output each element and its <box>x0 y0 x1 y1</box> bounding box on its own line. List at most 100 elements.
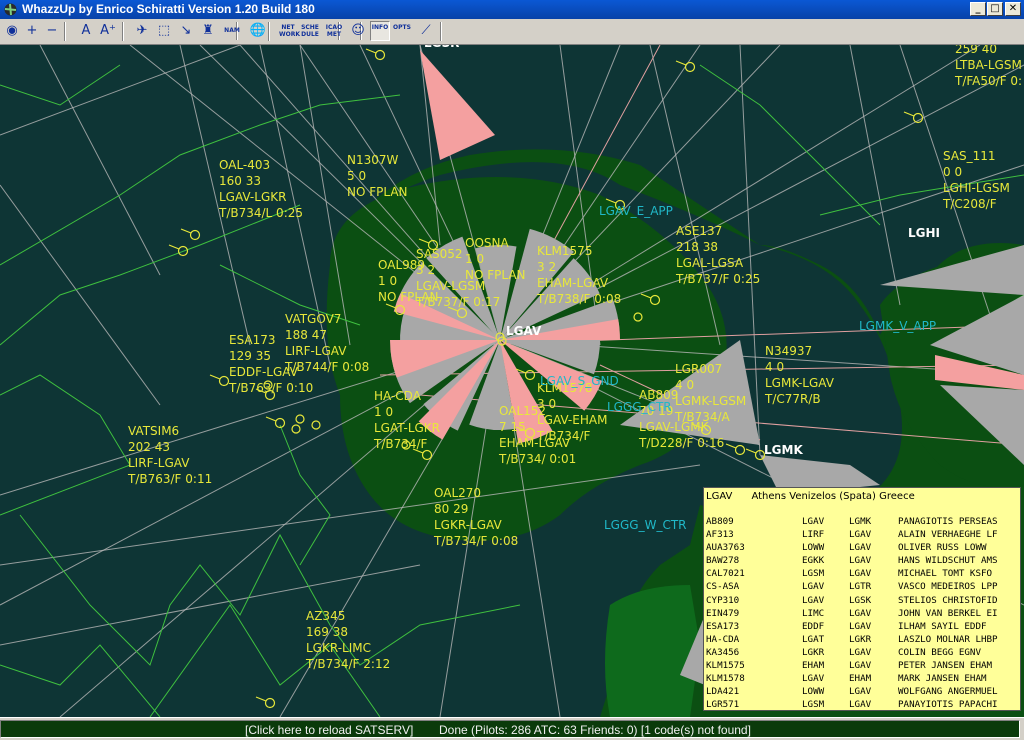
aircraft-label-line: LGKR-LIMC <box>306 641 371 655</box>
aircraft-button[interactable]: ✈ <box>132 21 152 41</box>
aircraft-label-line: T/B737/F 0:25 <box>675 272 760 286</box>
title-bar[interactable]: WhazzUp by Enrico Schiratti Version 1.20… <box>0 0 1024 19</box>
destination-cell: LGAV <box>849 555 872 567</box>
aircraft-label-line: 1 0 <box>374 405 393 419</box>
font-larger-button[interactable]: A⁺ <box>98 21 118 41</box>
world-button[interactable]: 🌐 <box>248 21 268 41</box>
aircraft-label-line: 80 29 <box>434 502 468 516</box>
destination-cell: LGMK <box>849 516 872 527</box>
flight-row[interactable]: AF313 LIRF LGAV ALAIN VERHAEGHE LF <box>706 528 1020 541</box>
callsign-cell: AUA3763 <box>706 542 745 554</box>
friends-button[interactable]: ☺ <box>348 21 368 41</box>
aircraft-label-line: 4 0 <box>765 360 784 374</box>
globe-icon[interactable]: ◉ <box>2 21 22 41</box>
flight-row[interactable]: CS-ASA LGAV LGTR VASCO MEDEIROS LPP <box>706 580 1020 593</box>
aircraft-label-line: 129 35 <box>229 349 271 363</box>
airport-label[interactable]: LGAV <box>506 324 542 338</box>
atc-station-label[interactable]: LGGG_W_CTR <box>604 518 687 532</box>
flight-row[interactable]: KLM1575 EHAM LGAV PETER JANSEN EHAM <box>706 659 1020 672</box>
callsign-cell: CS-ASA <box>706 581 740 593</box>
atc-station-label[interactable]: LGMK_V_APP <box>859 319 936 333</box>
callsign-cell: CYP310 <box>706 594 740 606</box>
zoom-in-button[interactable]: + <box>22 21 42 41</box>
aircraft-label-line: T/B734/F 0:08 <box>433 534 518 548</box>
origin-cell: LGAV <box>802 581 825 593</box>
flight-row[interactable]: AB809 LGAV LGMK PANAGIOTIS PERSEAS <box>706 515 1020 528</box>
aircraft-label-line: 1 0 <box>378 274 397 288</box>
zoom-out-button[interactable]: − <box>42 21 62 41</box>
select-area-button[interactable]: ⬚ <box>154 21 174 41</box>
pilot-cell: STELIOS CHRISTOFID <box>898 594 998 606</box>
atc-station-label[interactable]: LGAV_E_APP <box>599 204 673 218</box>
pilot-cell: LASZLO MOLNAR LHBP <box>898 633 998 645</box>
reload-satserv-link[interactable]: [Click here to reload SATSERV] <box>245 723 413 737</box>
flight-row[interactable]: CYP310 LGAV LGSK STELIOS CHRISTOFID <box>706 594 1020 607</box>
schedule-button[interactable]: SCHE DULE <box>300 21 320 41</box>
origin-cell: LIMC <box>802 607 825 619</box>
aircraft-label-line: 202 43 <box>128 440 170 454</box>
aircraft-label-line: VATSIM6 <box>128 424 179 438</box>
callsign-cell: LGR571 <box>706 699 740 711</box>
aircraft-label-line: KLM1575 <box>537 244 592 258</box>
route-button[interactable]: ↘ <box>176 21 196 41</box>
aircraft-label-line: 5 0 <box>347 169 366 183</box>
atc-station-label[interactable]: LGGG_CTR <box>607 400 672 414</box>
aircraft-label-line: T/FA50/F 0: <box>954 74 1022 88</box>
flight-row[interactable]: ESA173 EDDF LGAV ILHAM SAYIL EDDF <box>706 620 1020 633</box>
aircraft-label-line: HA-CDA <box>374 389 422 403</box>
flight-row[interactable]: CAL7021 LGSM LGAV MICHAEL TOMT KSFO <box>706 567 1020 580</box>
callsign-cell: KLM1575 <box>706 660 745 672</box>
network-button[interactable]: NET WORK <box>278 21 300 41</box>
font-smaller-button[interactable]: A <box>76 21 96 41</box>
close-button[interactable]: ✕ <box>1005 2 1021 16</box>
icao-metar-button[interactable]: ICAO MET <box>324 21 344 41</box>
airport-label[interactable]: LGSR <box>424 45 459 50</box>
minimize-button[interactable]: _ <box>970 2 986 16</box>
origin-cell: EGKK <box>802 555 825 567</box>
destination-cell: LGAV <box>849 686 872 698</box>
flight-row[interactable]: BAW278 EGKK LGAV HANS WILDSCHUT AMS <box>706 554 1020 567</box>
options-button[interactable]: OPTS <box>392 21 412 41</box>
aircraft-label-line: EDDF-LGAV <box>229 365 299 379</box>
aircraft-label-line: T/B738/F 0:08 <box>536 292 621 306</box>
pilot-cell: VASCO MEDEIROS LPP <box>898 581 998 593</box>
airport-label[interactable]: LGHI <box>908 226 940 240</box>
flight-row[interactable]: KLM1578 LGAV EHAM MARK JANSEN EHAM <box>706 672 1020 685</box>
aircraft-label-line: T/B734/F 2:12 <box>305 657 390 671</box>
pilot-cell: PETER JANSEN EHAM <box>898 660 993 672</box>
status-text: Done (Pilots: 286 ATC: 63 Friends: 0) [1… <box>439 723 751 737</box>
aircraft-label-line: LGKR-LGAV <box>434 518 502 532</box>
pilot-cell: ILHAM SAYIL EDDF <box>898 620 987 632</box>
aircraft-label-line: 188 47 <box>285 328 327 342</box>
aircraft-label-line: LGMK-LGAV <box>765 376 835 390</box>
aircraft-label-line: LIRF-LGAV <box>128 456 190 470</box>
destination-cell: LGAV <box>849 646 872 658</box>
maximize-button[interactable]: □ <box>987 2 1003 16</box>
callsign-cell: LDA421 <box>706 686 740 698</box>
flight-row[interactable]: EIN479 LIMC LGAV JOHN VAN BERKEL EI <box>706 607 1020 620</box>
flight-row[interactable]: AUA3763 LOWW LGAV OLIVER RUSS LOWW <box>706 541 1020 554</box>
aircraft-label-line: T/D228/F 0:16 <box>638 436 724 450</box>
status-panel: [Click here to reload SATSERV] Done (Pil… <box>0 720 1020 738</box>
origin-cell: LGSM <box>802 699 825 711</box>
runway-button[interactable]: ⟋ <box>416 21 436 41</box>
airport-code: LGAV <box>706 491 733 502</box>
aircraft-label-line: LGR007 <box>675 362 722 376</box>
aircraft-label-line: 160 33 <box>219 174 261 188</box>
destination-cell: LGKR <box>849 633 872 645</box>
status-bar: [Click here to reload SATSERV] Done (Pil… <box>0 717 1024 740</box>
tower-button[interactable]: ♜ <box>198 21 218 41</box>
flight-row[interactable]: HA-CDA LGAT LGKR LASZLO MOLNAR LHBP <box>706 633 1020 646</box>
aircraft-label-line: OAL152 <box>499 404 546 418</box>
flight-row[interactable]: LDA421 LOWW LGAV WOLFGANG ANGERMUEL <box>706 685 1020 698</box>
aircraft-label-line: T/B763/F 0:11 <box>127 472 212 486</box>
atc-station-label[interactable]: LGAV_S_GND <box>540 374 619 388</box>
destination-cell: LGAV <box>849 660 872 672</box>
nam-button[interactable]: NAM <box>222 21 242 41</box>
pilot-cell: MARK JANSEN EHAM <box>898 673 987 685</box>
info-button[interactable]: INFO <box>370 21 390 41</box>
flight-row[interactable]: LGR571 LGSM LGAV PANAYIOTIS PAPACHI <box>706 698 1020 711</box>
flight-row[interactable]: KA3456 LGKR LGAV COLIN BEGG EGNV <box>706 646 1020 659</box>
aircraft-label-line: VATGOV7 <box>285 312 341 326</box>
airport-label[interactable]: LGMK <box>764 443 803 457</box>
